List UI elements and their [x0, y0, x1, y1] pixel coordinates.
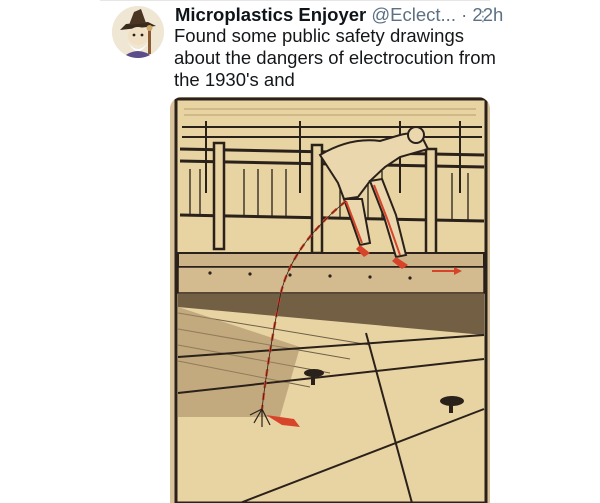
avatar-wizard-icon [112, 6, 164, 58]
author-name[interactable]: Microplastics Enjoyer [175, 4, 366, 25]
bridge-electrocution-illustration [170, 97, 490, 503]
tweet-text-line: about the dangers of electrocution from [174, 47, 496, 68]
tweet-text-line: the 1930's and [174, 69, 295, 90]
tweet-text: Found some public safety drawings about … [174, 25, 496, 91]
author-handle[interactable]: @Eclect... [371, 4, 456, 25]
separator-dot: · [461, 4, 468, 25]
divider [100, 0, 490, 1]
avatar[interactable] [112, 6, 164, 58]
more-vertical-icon[interactable]: ⋮ [476, 8, 490, 24]
tweet-media-image[interactable] [170, 97, 490, 503]
tweet-text-line: Found some public safety drawings [174, 25, 464, 46]
tweet[interactable]: Microplastics Enjoyer @Eclect... · 22h ⋮… [0, 0, 600, 503]
